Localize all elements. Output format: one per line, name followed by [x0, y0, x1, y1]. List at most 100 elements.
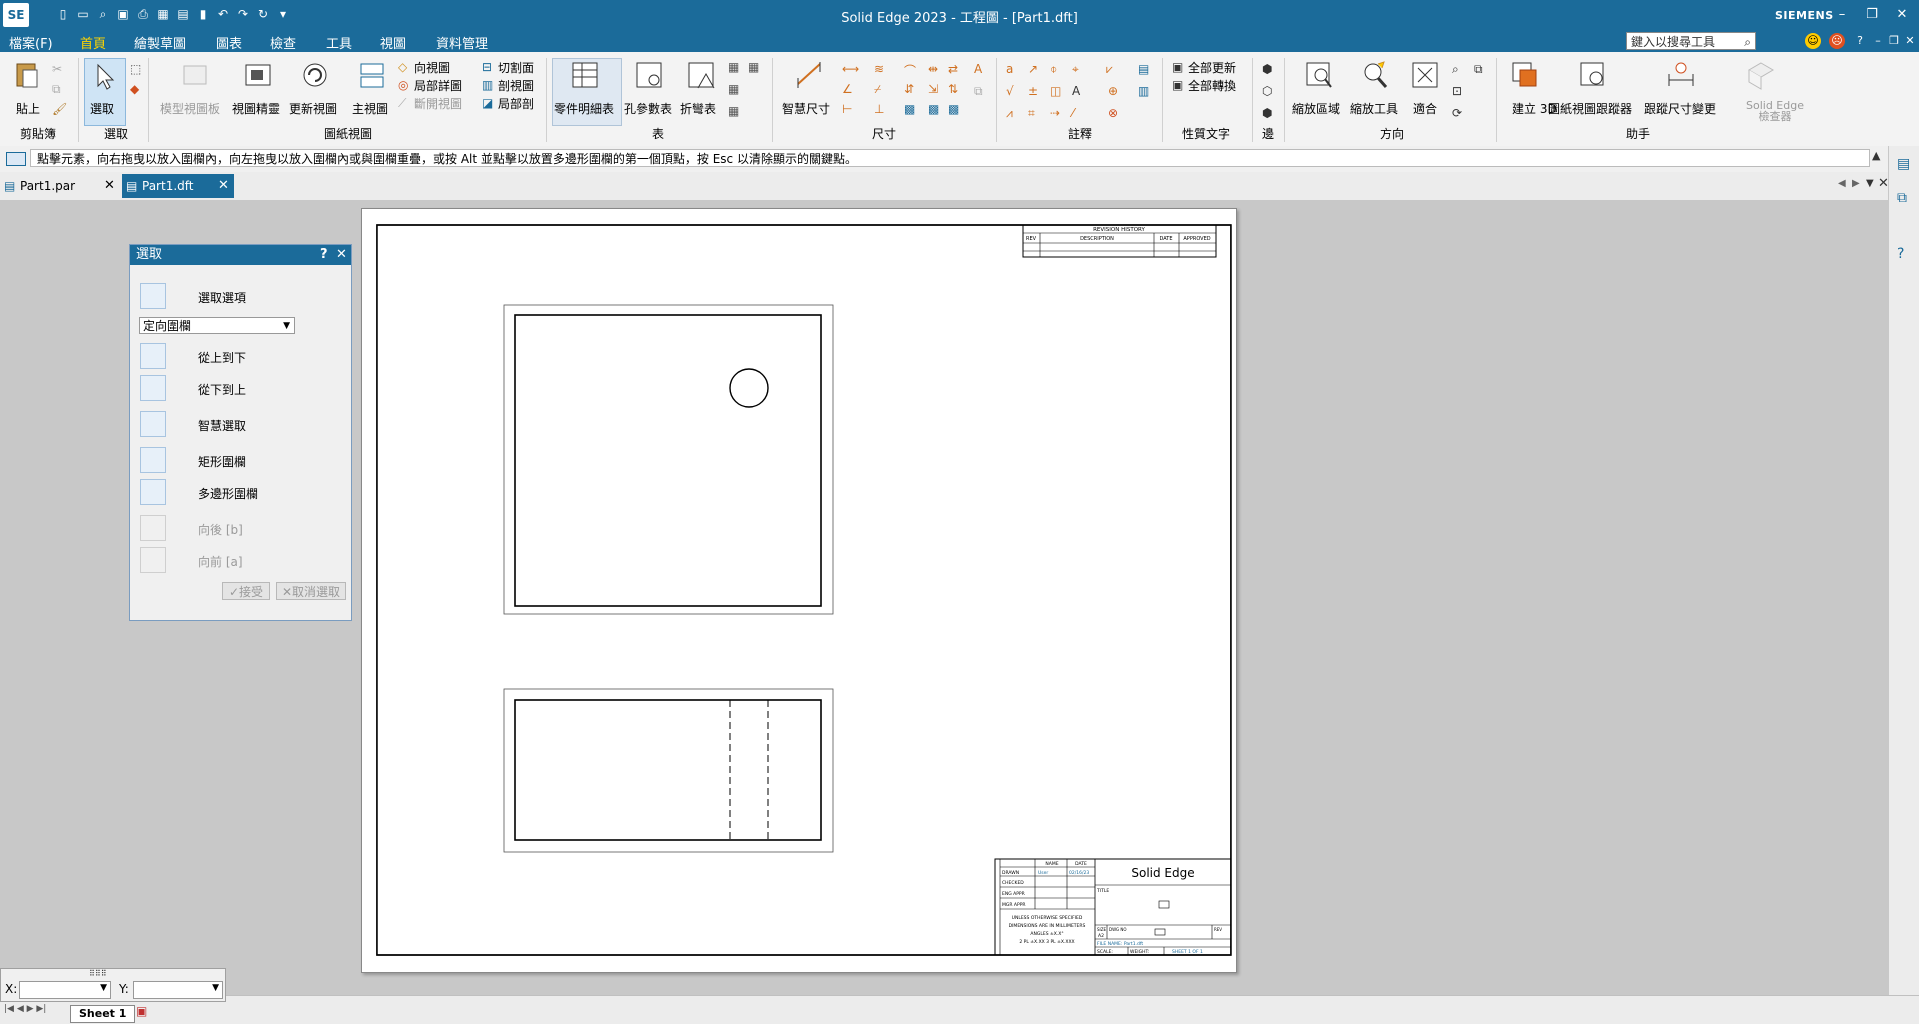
- paste-button[interactable]: 貼上: [16, 100, 40, 117]
- close-icon[interactable]: ✕: [1892, 6, 1912, 24]
- detail-view-button[interactable]: 局部詳圖: [414, 77, 462, 94]
- update-views-icon[interactable]: [300, 60, 330, 90]
- accept-button[interactable]: ✓接受: [222, 582, 270, 600]
- panel-close-icon[interactable]: ✕: [336, 245, 347, 265]
- grip-icon[interactable]: ⠿⠿⠿: [89, 969, 107, 978]
- update-all-icon[interactable]: ▣: [1172, 60, 1186, 74]
- paste-icon[interactable]: [12, 60, 42, 90]
- model-view-icon[interactable]: [180, 60, 210, 90]
- edge-display-icon[interactable]: ⬢: [1262, 62, 1276, 76]
- menu-chart[interactable]: 圖表: [216, 33, 242, 52]
- edge-hidden-icon[interactable]: ⬡: [1262, 84, 1276, 98]
- minimize-icon[interactable]: –: [1832, 6, 1852, 24]
- front-view[interactable]: [503, 304, 834, 615]
- annotation-align-icon[interactable]: ▥: [1138, 84, 1152, 98]
- convert-all-button[interactable]: 全部轉換: [1188, 77, 1236, 94]
- section-plane-icon[interactable]: ⊟: [482, 60, 496, 74]
- annotation-style-icon[interactable]: ▤: [1138, 62, 1152, 76]
- table-tool-2-icon[interactable]: ▦: [748, 60, 762, 74]
- section-view-button[interactable]: 剖視圖: [498, 77, 534, 94]
- bend-table-icon[interactable]: [686, 60, 716, 90]
- detail-view-icon[interactable]: ◎: [398, 78, 412, 92]
- help-icon[interactable]: ?: [1852, 33, 1868, 49]
- feature-control-icon[interactable]: ◫: [1050, 84, 1064, 98]
- front-view-outline[interactable]: [514, 314, 822, 607]
- dim-align-icon[interactable]: ⇵: [904, 82, 918, 96]
- prompt-scroll-up-icon[interactable]: ▲: [1872, 149, 1880, 162]
- center-mark-icon[interactable]: ⊕: [1108, 84, 1122, 98]
- dim-tool-a-icon[interactable]: ⇹: [928, 62, 942, 76]
- datum-icon[interactable]: ⌖: [1072, 62, 1086, 76]
- command-bar-icon[interactable]: [6, 152, 26, 166]
- polygon-fence-button[interactable]: 多邊形圍欄: [140, 479, 340, 507]
- hole-table-icon[interactable]: [634, 60, 664, 90]
- next-button[interactable]: 向前 [a]: [140, 547, 340, 575]
- dimension-tracker-icon[interactable]: [1666, 60, 1696, 90]
- parts-list-icon[interactable]: [570, 60, 600, 90]
- ribbon-restore-icon[interactable]: ❐: [1886, 33, 1902, 49]
- hatch-icon[interactable]: ⁄: [1072, 106, 1086, 120]
- table-tool-3-icon[interactable]: ▦: [728, 82, 742, 96]
- zoom-tool-icon[interactable]: [1360, 60, 1390, 90]
- view-tracker-button[interactable]: 圖紙視圖跟蹤器: [1548, 100, 1632, 117]
- bend-table-button[interactable]: 折彎表: [680, 100, 716, 117]
- hole-circle[interactable]: [729, 368, 769, 408]
- weld-icon[interactable]: ⩗: [1106, 62, 1120, 76]
- drawing-sheet[interactable]: REVISION HISTORY REV DESCRIPTION DATE AP…: [361, 208, 1237, 973]
- top-down-button[interactable]: 從上到下: [140, 343, 340, 371]
- leader-icon[interactable]: ↗: [1028, 62, 1042, 76]
- menu-sketch[interactable]: 繪製草圖: [134, 33, 186, 52]
- weld-symbol-icon[interactable]: ⩘: [1006, 106, 1020, 120]
- broken-out-button[interactable]: 局部剖: [498, 95, 534, 112]
- search-input[interactable]: 鍵入以搜尋工具 ⌕: [1626, 32, 1756, 50]
- dim-coordinate-icon[interactable]: ⊢: [842, 102, 856, 116]
- table-tool-4-icon[interactable]: ▦: [728, 104, 742, 118]
- dimension-tracker-button[interactable]: 跟蹤尺寸變更: [1644, 100, 1716, 117]
- bolt-hole-icon[interactable]: ⌗: [1028, 106, 1042, 120]
- select-extra-icon[interactable]: ⬚: [130, 62, 144, 76]
- y-coordinate-input[interactable]: ▼: [133, 981, 223, 999]
- zoom-tool-button[interactable]: 縮放工具: [1350, 100, 1398, 117]
- dim-copy-icon[interactable]: ⧉: [974, 84, 988, 98]
- dim-tool-e-icon[interactable]: ⇅: [948, 82, 962, 96]
- deselect-button[interactable]: ✕取消選取: [276, 582, 346, 600]
- top-view[interactable]: [503, 688, 834, 853]
- close-tab-part-dft-icon[interactable]: ✕: [218, 174, 229, 198]
- dim-ordinate-icon[interactable]: ⊥: [874, 102, 888, 116]
- tab-part-par[interactable]: ▤ Part1.par ✕: [0, 174, 120, 198]
- select-button[interactable]: 選取: [90, 100, 114, 117]
- dim-tool-c-icon[interactable]: ▩: [928, 102, 942, 116]
- rectangle-fence-button[interactable]: 矩形圍欄: [140, 447, 340, 475]
- select-options-button[interactable]: 選取選項: [140, 283, 340, 311]
- search-icon[interactable]: ⌕: [1744, 33, 1751, 51]
- zoom-area-button[interactable]: 縮放區域: [1292, 100, 1340, 117]
- pan-icon[interactable]: ⊡: [1452, 84, 1466, 98]
- zoom-area-icon[interactable]: [1304, 60, 1334, 90]
- copy-icon[interactable]: ⧉: [52, 82, 66, 96]
- select-arrow-icon[interactable]: [90, 62, 120, 92]
- sheet-tab[interactable]: Sheet 1: [70, 1005, 136, 1023]
- ribbon-close-icon[interactable]: ✕: [1902, 33, 1918, 49]
- balloon-icon[interactable]: ⌽: [1050, 62, 1064, 76]
- dim-tool-f-icon[interactable]: ▩: [948, 102, 962, 116]
- dim-distance-icon[interactable]: ⟷: [842, 62, 859, 76]
- view-wizard-button[interactable]: 視圖精靈: [232, 100, 280, 117]
- help-panel-icon[interactable]: ?: [1897, 246, 1904, 262]
- edge-tangent-icon[interactable]: ⬢: [1262, 106, 1276, 120]
- target-icon[interactable]: ⊗: [1108, 106, 1122, 120]
- auxiliary-view-button[interactable]: 向視圖: [414, 59, 450, 76]
- library-icon[interactable]: ▤: [1897, 156, 1910, 172]
- top-view-outline[interactable]: [514, 699, 822, 841]
- menu-home[interactable]: 首頁: [80, 33, 106, 52]
- edge-condition-icon[interactable]: ±: [1028, 84, 1042, 98]
- menu-view[interactable]: 視圖: [380, 33, 406, 52]
- hole-table-button[interactable]: 孔參數表: [624, 100, 672, 117]
- inspector-icon[interactable]: [1746, 60, 1776, 90]
- callout-icon[interactable]: a: [1006, 62, 1020, 76]
- view-wizard-icon[interactable]: [243, 60, 273, 90]
- broken-view-icon[interactable]: ⟋: [398, 96, 412, 110]
- menu-file[interactable]: 檔案(F): [9, 33, 53, 52]
- surface-texture-icon[interactable]: √: [1006, 84, 1020, 98]
- broken-view-button[interactable]: 斷開視圖: [414, 95, 462, 112]
- convert-all-icon[interactable]: ▣: [1172, 78, 1186, 92]
